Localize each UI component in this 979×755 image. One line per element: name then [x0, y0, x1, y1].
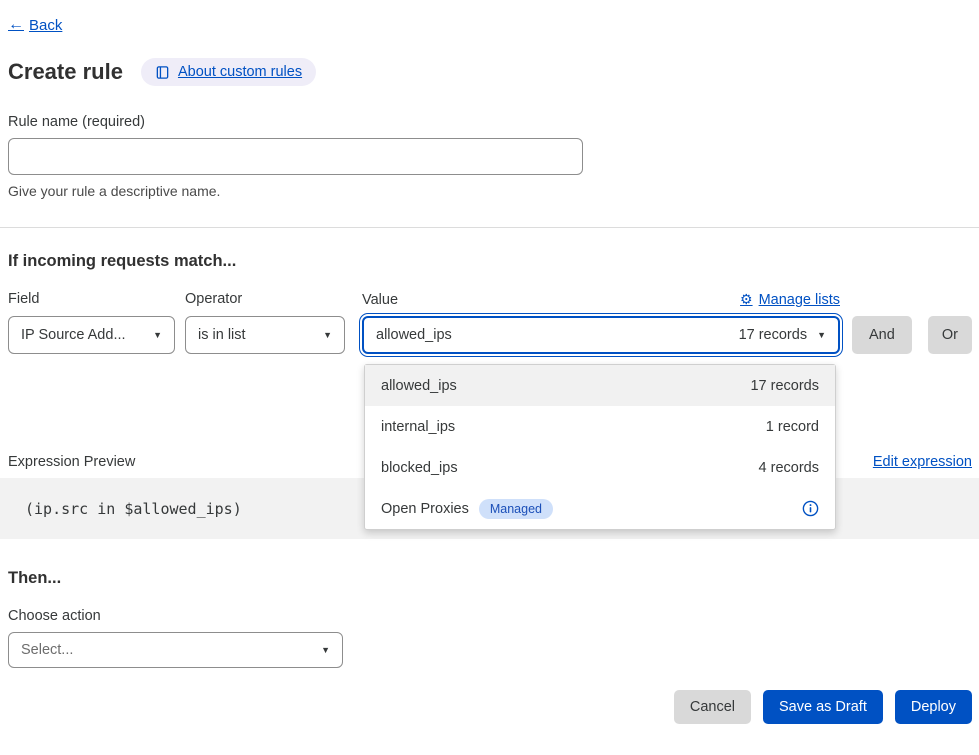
action-select-placeholder: Select...	[21, 642, 73, 658]
chevron-down-icon: ▼	[323, 330, 332, 340]
list-option-records: 4 records	[759, 460, 819, 476]
field-label: Field	[8, 291, 185, 308]
match-heading: If incoming requests match...	[8, 252, 979, 271]
choose-action-label: Choose action	[8, 608, 979, 624]
page-title: Create rule	[8, 59, 123, 85]
deploy-button[interactable]: Deploy	[895, 690, 972, 724]
operator-select-value: is in list	[198, 327, 246, 343]
about-custom-rules-label: About custom rules	[178, 64, 302, 80]
gear-icon: ⚙	[740, 291, 753, 308]
list-option-name: allowed_ips	[381, 378, 457, 394]
operator-select[interactable]: is in list ▼	[185, 316, 345, 354]
expression-code: (ip.src in $allowed_ips)	[25, 500, 242, 518]
manage-lists-link[interactable]: ⚙ Manage lists	[740, 291, 840, 308]
list-option-internal-ips[interactable]: internal_ips 1 record	[365, 406, 835, 447]
rule-name-input[interactable]	[8, 138, 583, 175]
field-select-value: IP Source Add...	[21, 327, 126, 343]
value-select-value: allowed_ips	[376, 327, 452, 343]
save-draft-button[interactable]: Save as Draft	[763, 690, 883, 724]
rule-name-helper: Give your rule a descriptive name.	[8, 183, 979, 199]
list-option-open-proxies[interactable]: Open Proxies Managed	[365, 488, 835, 529]
value-select[interactable]: allowed_ips 17 records ▼	[362, 316, 840, 354]
edit-expression-link[interactable]: Edit expression	[873, 454, 972, 470]
list-option-records: 1 record	[766, 419, 819, 435]
list-option-allowed-ips[interactable]: allowed_ips 17 records	[365, 365, 835, 406]
list-option-blocked-ips[interactable]: blocked_ips 4 records	[365, 447, 835, 488]
managed-badge: Managed	[479, 499, 553, 519]
list-option-records: 17 records	[750, 378, 819, 394]
back-link-label: Back	[29, 17, 62, 34]
back-link[interactable]: ← Back	[8, 16, 62, 34]
info-icon[interactable]	[802, 500, 819, 517]
chevron-down-icon: ▼	[321, 645, 330, 655]
cancel-button[interactable]: Cancel	[674, 690, 751, 724]
section-divider	[0, 227, 979, 228]
value-select-records: 17 records	[739, 327, 808, 343]
list-option-name: blocked_ips	[381, 460, 458, 476]
action-select[interactable]: Select... ▼	[8, 632, 343, 668]
list-option-name: Open Proxies	[381, 501, 469, 517]
then-heading: Then...	[8, 569, 979, 588]
chevron-down-icon: ▼	[153, 330, 162, 340]
value-label: Value	[362, 292, 398, 308]
book-icon	[155, 65, 170, 80]
list-dropdown: allowed_ips 17 records internal_ips 1 re…	[364, 364, 836, 530]
rule-name-label: Rule name (required)	[8, 114, 979, 130]
or-button[interactable]: Or	[928, 316, 972, 354]
chevron-down-icon: ▼	[817, 330, 826, 340]
and-button[interactable]: And	[852, 316, 912, 354]
expression-preview-label: Expression Preview	[8, 454, 135, 470]
manage-lists-label: Manage lists	[759, 292, 840, 308]
about-custom-rules-link[interactable]: About custom rules	[141, 58, 316, 86]
list-option-name: internal_ips	[381, 419, 455, 435]
operator-label: Operator	[185, 291, 362, 308]
field-select[interactable]: IP Source Add... ▼	[8, 316, 175, 354]
back-arrow-icon: ←	[8, 16, 24, 34]
